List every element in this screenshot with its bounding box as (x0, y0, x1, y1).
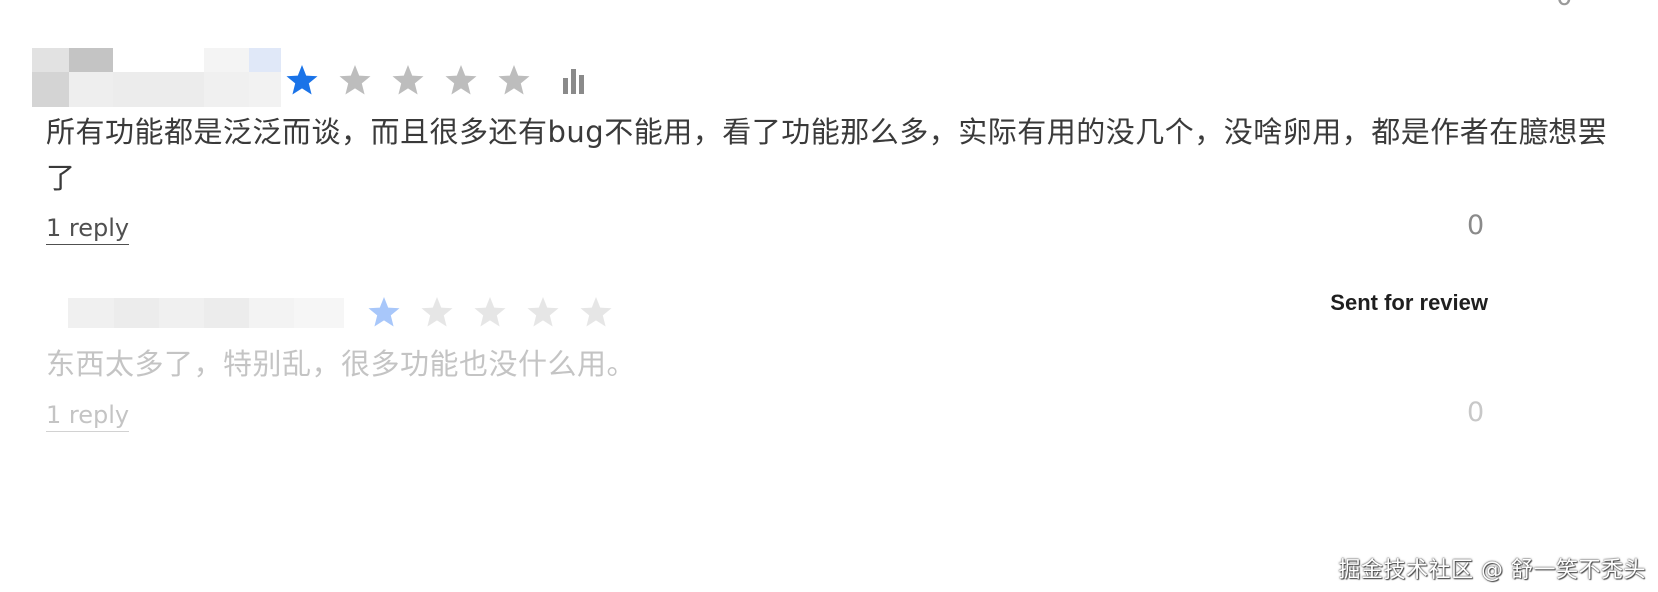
star-empty-icon (443, 62, 479, 98)
star-filled-icon (366, 294, 402, 330)
star-empty-icon (496, 62, 532, 98)
star-empty-icon (578, 294, 614, 330)
star-empty-icon (390, 62, 426, 98)
reply-link[interactable]: 1 reply (46, 401, 130, 432)
status-badge: Sent for review (1330, 290, 1488, 315)
star-empty-icon (337, 62, 373, 98)
star-filled-icon (284, 62, 320, 98)
like-count[interactable]: 0 (1467, 397, 1484, 428)
star-empty-icon (525, 294, 561, 330)
like-count[interactable]: 0 (1467, 210, 1484, 241)
previous-like-count: 0 (1556, 0, 1573, 12)
star-rating (366, 294, 631, 330)
star-rating (284, 62, 549, 98)
reply-link[interactable]: 1 reply (46, 214, 130, 245)
blurred-username-avatar (68, 298, 344, 328)
watermark: 掘金技术社区 @ 舒一笑不秃头 (1338, 558, 1646, 583)
blurred-username-avatar (32, 48, 281, 107)
star-empty-icon (472, 294, 508, 330)
bar-chart-icon[interactable] (562, 66, 590, 94)
star-empty-icon (419, 294, 455, 330)
review-text: 所有功能都是泛泛而谈，而且很多还有bug不能用，看了功能那么多，实际有用的没几个… (46, 115, 1608, 195)
review-text: 东西太多了，特别乱，很多功能也没什么用。 (46, 347, 637, 381)
